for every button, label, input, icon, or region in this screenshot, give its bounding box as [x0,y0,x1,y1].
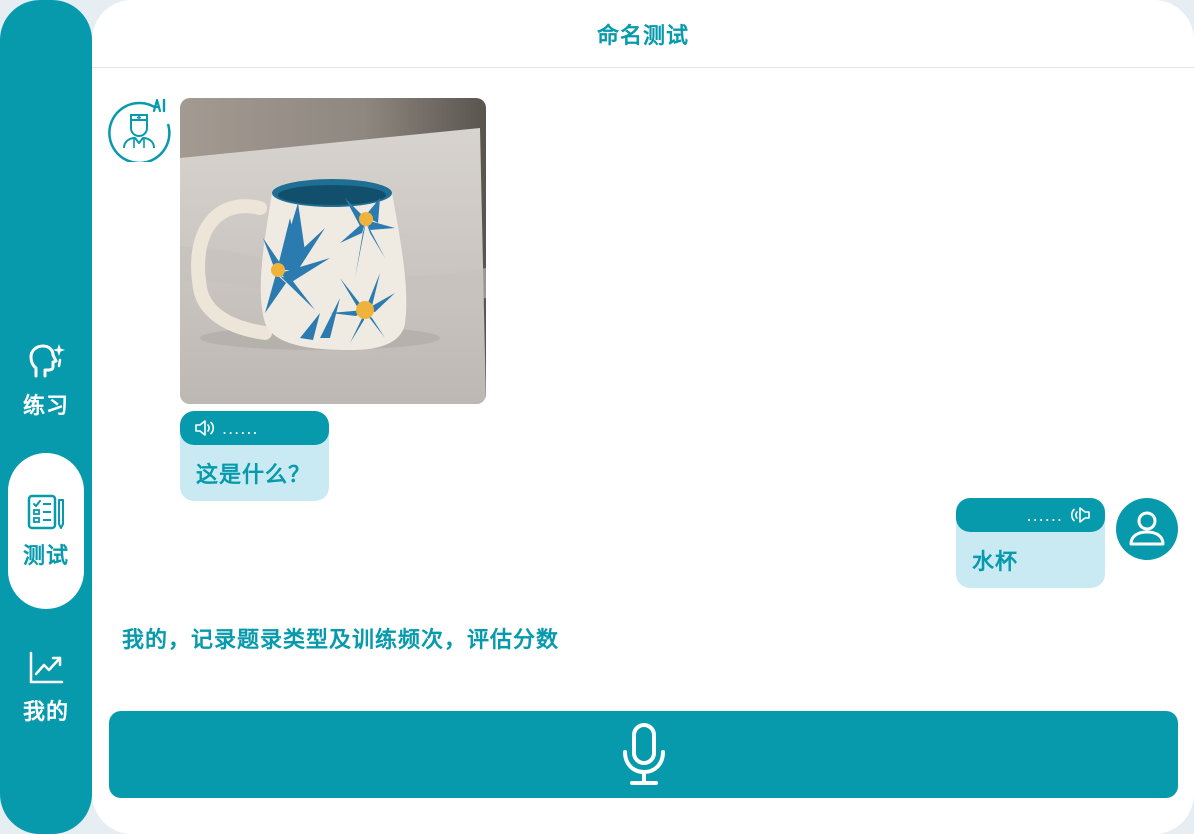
audio-dots: ...... [1026,505,1063,525]
ai-doctor-avatar [108,98,171,162]
user-avatar [1116,498,1178,560]
sidebar-item-label: 我的 [22,700,69,725]
sidebar-item-label: 练习 [22,394,69,419]
user-audio-play-button[interactable]: ...... [956,498,1105,532]
head-sparkle-icon [29,344,65,378]
sidebar: 练习 测试 我的 [0,0,92,834]
sidebar-item-label: 测试 [22,544,69,569]
question-image [180,98,486,404]
user-message-bubble: ...... 水杯 [956,498,1105,588]
mug-photo [180,98,486,404]
microphone-button[interactable] [109,711,1178,798]
sidebar-item-practice[interactable]: 练习 [8,320,84,442]
checklist-icon [27,494,64,530]
note-text: 我的，记录题录类型及训练频次，评估分数 [122,628,560,653]
ai-message-bubble: ...... 这是什么？ [180,411,329,501]
main-panel: 命名测试 ...... 这是什么？ ...... 水杯 我的，记录题录类型及训练… [92,0,1194,834]
audio-dots: ...... [222,418,259,438]
speaker-icon [195,420,215,436]
page-title: 命名测试 [596,23,689,49]
trend-chart-icon [29,651,64,684]
user-message-text: 水杯 [972,550,1019,575]
ai-audio-play-button[interactable]: ...... [180,411,329,445]
speaker-icon [1070,507,1090,523]
ai-message-text: 这是什么？ [196,463,312,488]
microphone-icon [622,722,665,785]
sidebar-item-test[interactable]: 测试 [8,453,84,609]
header: 命名测试 [92,0,1194,68]
sidebar-item-mine[interactable]: 我的 [8,626,84,748]
